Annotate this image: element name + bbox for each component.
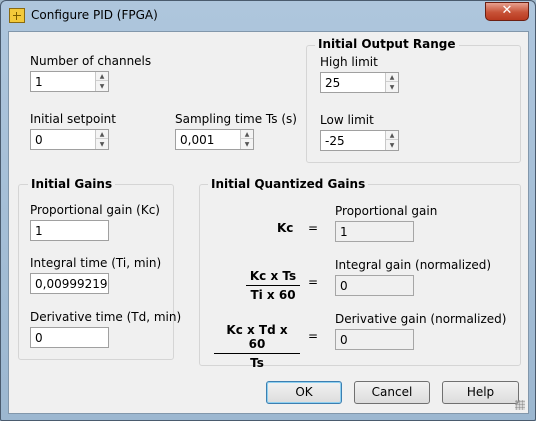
channels-input[interactable]: 1 ▲ ▼ bbox=[30, 71, 109, 92]
proportional-gain-value: 1 bbox=[340, 225, 348, 239]
spin-up-icon[interactable]: ▲ bbox=[386, 131, 398, 140]
output-range-group: Initial Output Range High limit 25 ▲ ▼ L… bbox=[306, 37, 521, 163]
integral-gain-value: 0 bbox=[340, 279, 348, 293]
spin-down-icon[interactable]: ▼ bbox=[96, 82, 108, 91]
cancel-button[interactable]: Cancel bbox=[354, 381, 430, 404]
low-limit-stepper[interactable]: ▲ ▼ bbox=[385, 131, 398, 150]
setpoint-input[interactable]: 0 ▲ ▼ bbox=[30, 129, 109, 150]
high-limit-input[interactable]: 25 ▲ ▼ bbox=[320, 72, 399, 93]
spin-down-icon[interactable]: ▼ bbox=[386, 141, 398, 150]
sampling-input[interactable]: 0,001 ▲ ▼ bbox=[175, 129, 254, 150]
integral-denominator: Ti x 60 bbox=[250, 288, 296, 302]
integral-formula: Kc x Ts Ti x 60 bbox=[246, 269, 300, 302]
derivative-numerator: Kc x Td x 60 bbox=[214, 323, 300, 354]
spin-up-icon[interactable]: ▲ bbox=[386, 73, 398, 82]
td-value: 0 bbox=[35, 331, 43, 345]
equals-sign: = bbox=[308, 329, 319, 343]
low-limit-input[interactable]: -25 ▲ ▼ bbox=[320, 130, 399, 151]
ti-value: 0,00999219 bbox=[35, 277, 108, 291]
high-limit-label: High limit bbox=[320, 55, 378, 69]
setpoint-label: Initial setpoint bbox=[30, 112, 116, 126]
dialog-window: Configure PID (FPGA) ✕ Number of channel… bbox=[0, 0, 536, 421]
close-button[interactable]: ✕ bbox=[485, 2, 529, 21]
integral-gain-label: Integral gain (normalized) bbox=[335, 258, 492, 272]
td-label: Derivative time (Td, min) bbox=[30, 310, 182, 324]
proportional-gain-display: 1 bbox=[335, 221, 414, 242]
ok-button[interactable]: OK bbox=[266, 381, 342, 404]
ti-label: Integral time (Ti, min) bbox=[30, 256, 162, 270]
sampling-stepper[interactable]: ▲ ▼ bbox=[240, 130, 253, 149]
spin-up-icon[interactable]: ▲ bbox=[96, 130, 108, 139]
kc-label: Proportional gain (Kc) bbox=[30, 203, 160, 217]
kc-value: 1 bbox=[35, 224, 43, 238]
title-bar[interactable]: Configure PID (FPGA) ✕ bbox=[1, 1, 535, 31]
low-limit-label: Low limit bbox=[320, 113, 374, 127]
derivative-gain-display: 0 bbox=[335, 329, 414, 350]
dialog-body: Number of channels 1 ▲ ▼ Initial setpoin… bbox=[8, 31, 529, 414]
setpoint-stepper[interactable]: ▲ ▼ bbox=[95, 130, 108, 149]
sampling-value: 0,001 bbox=[180, 133, 215, 147]
help-button[interactable]: Help bbox=[442, 381, 519, 404]
kc-input[interactable]: 1 bbox=[30, 220, 109, 241]
td-input[interactable]: 0 bbox=[30, 327, 109, 348]
kc-formula: Kc bbox=[277, 221, 294, 235]
channels-value: 1 bbox=[35, 75, 43, 89]
quantized-gains-group: Initial Quantized Gains Kc = Proportiona… bbox=[199, 177, 521, 370]
channels-stepper[interactable]: ▲ ▼ bbox=[95, 72, 108, 91]
spin-down-icon[interactable]: ▼ bbox=[386, 83, 398, 92]
integral-numerator: Kc x Ts bbox=[246, 269, 300, 286]
derivative-denominator: Ts bbox=[250, 356, 264, 370]
equals-sign: = bbox=[308, 221, 319, 235]
low-limit-value: -25 bbox=[325, 134, 345, 148]
spin-up-icon[interactable]: ▲ bbox=[241, 130, 253, 139]
ti-input[interactable]: 0,00999219 bbox=[30, 273, 109, 294]
equals-sign: = bbox=[308, 275, 319, 289]
output-range-title: Initial Output Range bbox=[315, 37, 459, 51]
derivative-formula: Kc x Td x 60 Ts bbox=[214, 323, 300, 370]
initial-gains-title: Initial Gains bbox=[28, 177, 116, 191]
spin-down-icon[interactable]: ▼ bbox=[241, 140, 253, 149]
resize-grip-icon[interactable] bbox=[515, 400, 525, 410]
spin-up-icon[interactable]: ▲ bbox=[96, 72, 108, 81]
integral-gain-display: 0 bbox=[335, 275, 414, 296]
derivative-gain-value: 0 bbox=[340, 333, 348, 347]
quantized-gains-title: Initial Quantized Gains bbox=[208, 177, 369, 191]
high-limit-stepper[interactable]: ▲ ▼ bbox=[385, 73, 398, 92]
initial-gains-group: Initial Gains Proportional gain (Kc) 1 I… bbox=[18, 177, 181, 360]
pid-app-icon bbox=[9, 8, 25, 23]
high-limit-value: 25 bbox=[325, 76, 341, 90]
spin-down-icon[interactable]: ▼ bbox=[96, 140, 108, 149]
derivative-gain-label: Derivative gain (normalized) bbox=[335, 312, 507, 326]
proportional-gain-label: Proportional gain bbox=[335, 204, 438, 218]
window-title: Configure PID (FPGA) bbox=[31, 8, 158, 22]
setpoint-value: 0 bbox=[35, 133, 43, 147]
channels-label: Number of channels bbox=[30, 54, 152, 68]
sampling-label: Sampling time Ts (s) bbox=[175, 112, 297, 126]
